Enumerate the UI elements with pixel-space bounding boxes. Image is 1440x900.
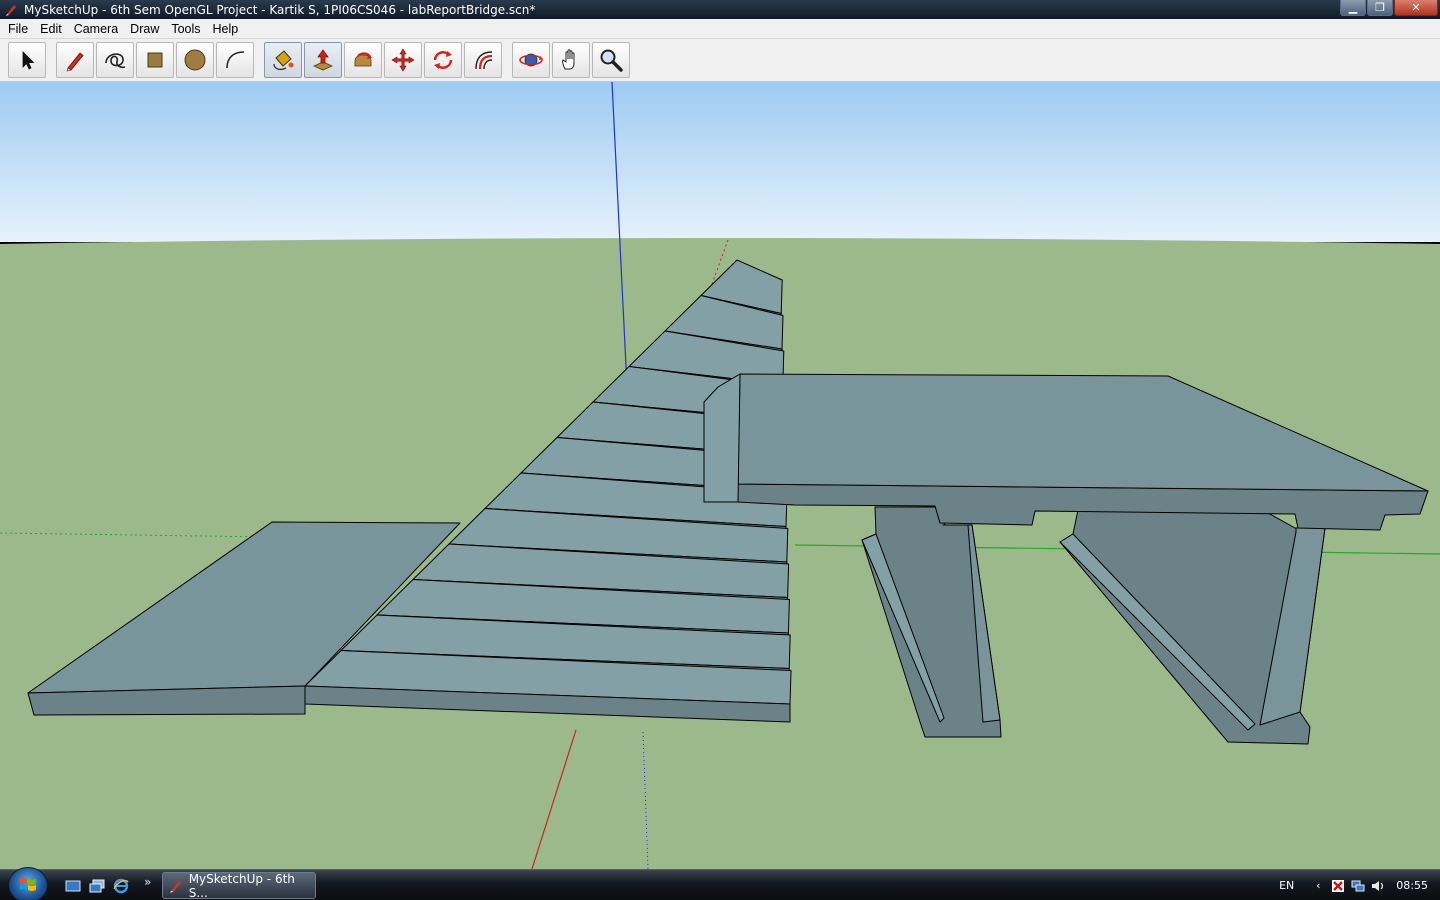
scene-canvas: [0, 82, 1440, 869]
window-title-bar[interactable]: MySketchUp - 6th Sem OpenGL Project - Ka…: [0, 0, 1440, 19]
minimize-button[interactable]: ▁: [1340, 0, 1366, 16]
menu-tools[interactable]: Tools: [165, 19, 206, 39]
rotate-icon: [433, 51, 453, 69]
menu-edit[interactable]: Edit: [34, 19, 68, 39]
orbit-icon: [519, 53, 543, 67]
move-icon: [391, 48, 415, 72]
rectangle-tool-button[interactable]: [136, 42, 174, 78]
pencil-icon: [66, 52, 84, 72]
system-tray: EN ‹ 08:55: [1279, 870, 1440, 900]
sketchup-app-icon: [4, 3, 18, 17]
internet-explorer-icon[interactable]: [112, 878, 130, 894]
toolbar: [0, 39, 1440, 82]
offset-icon: [475, 51, 493, 70]
arrow-cursor-icon: [22, 51, 35, 70]
menu-draw[interactable]: Draw: [124, 19, 165, 39]
desktop: MySketchUp - 6th Sem OpenGL Project - Ka…: [0, 0, 1440, 900]
network-icon[interactable]: [1350, 878, 1366, 894]
windows-logo-icon: [20, 878, 36, 891]
offset-tool-button[interactable]: [464, 42, 502, 78]
windows-taskbar: » MySketchUp - 6th S... EN ‹ 08:55: [0, 867, 1440, 900]
push-pull-tool-button[interactable]: [304, 42, 342, 78]
orbit-tool-button[interactable]: [512, 42, 550, 78]
push-pull-icon: [313, 49, 333, 71]
zoom-tool-button[interactable]: [592, 42, 630, 78]
menu-camera[interactable]: Camera: [68, 19, 124, 39]
switch-windows-icon[interactable]: [88, 878, 106, 894]
arc-icon: [226, 51, 245, 69]
close-button[interactable]: ✕: [1394, 0, 1438, 16]
start-button[interactable]: [8, 867, 48, 900]
drawing-viewport[interactable]: [0, 82, 1440, 869]
paint-tool-button[interactable]: [264, 42, 302, 78]
menu-bar: File Edit Camera Draw Tools Help: [0, 19, 1440, 39]
move-tool-button[interactable]: [384, 42, 422, 78]
window-title: MySketchUp - 6th Sem OpenGL Project - Ka…: [24, 2, 536, 17]
arc-tool-button[interactable]: [216, 42, 254, 78]
quick-launch-more-icon[interactable]: »: [144, 875, 151, 889]
clock[interactable]: 08:55: [1396, 879, 1428, 892]
volume-icon[interactable]: [1370, 878, 1386, 894]
select-tool-button[interactable]: [8, 42, 46, 78]
sky: [0, 82, 1440, 242]
menu-help[interactable]: Help: [207, 19, 245, 39]
follow-me-icon: [354, 52, 372, 67]
freehand-scribble-icon: [105, 53, 126, 69]
language-indicator[interactable]: EN: [1279, 879, 1294, 892]
taskbar-window-button[interactable]: MySketchUp - 6th S...: [162, 871, 316, 900]
sketchup-app-icon: [170, 879, 182, 893]
pan-tool-button[interactable]: [552, 42, 590, 78]
zoom-magnifier-icon: [600, 49, 623, 72]
restore-button[interactable]: ❐: [1367, 0, 1393, 16]
circle-tool-button[interactable]: [176, 42, 214, 78]
window-controls: ▁ ❐ ✕: [1340, 0, 1438, 16]
freehand-tool-button[interactable]: [96, 42, 134, 78]
menu-file[interactable]: File: [2, 19, 34, 39]
line-tool-button[interactable]: [56, 42, 94, 78]
pan-hand-icon: [562, 49, 575, 70]
rectangle-icon: [147, 52, 163, 68]
show-desktop-icon[interactable]: [64, 878, 82, 894]
paint-bucket-icon: [273, 50, 294, 71]
tray-expand-icon[interactable]: ‹: [1310, 878, 1326, 894]
rotate-tool-button[interactable]: [424, 42, 462, 78]
taskbar-window-label: MySketchUp - 6th S...: [188, 871, 295, 900]
circle-icon: [184, 49, 206, 71]
follow-me-tool-button[interactable]: [344, 42, 382, 78]
antivirus-icon[interactable]: [1330, 878, 1346, 894]
